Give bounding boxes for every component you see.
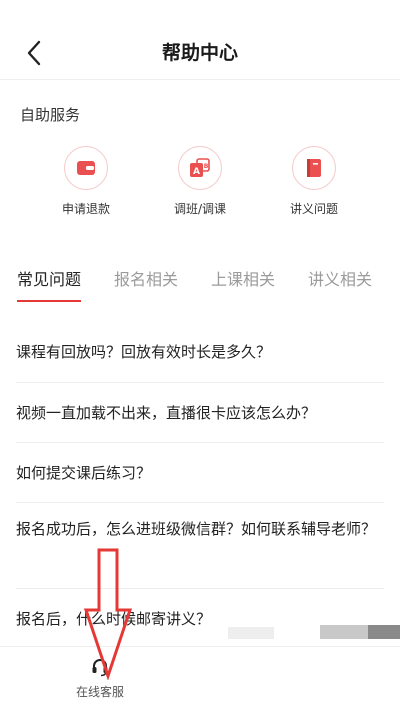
handout-service-button[interactable]: 讲义问题 [264,146,364,217]
tab-handouts[interactable]: 讲义相关 [308,266,372,290]
switch-class-service-button[interactable]: A B 调班/调课 [150,146,250,217]
blurred-region [368,625,400,639]
header-bar: 帮助中心 [0,0,400,80]
tab-common-questions[interactable]: 常见问题 [17,266,81,290]
active-tab-indicator [17,300,81,302]
self-service-list: 申请退款 A B 调班/调课 讲义问题 [0,146,400,226]
headset-icon [92,659,108,677]
faq-item[interactable]: 课程有回放吗？回放有效时长是多久？ [16,322,384,383]
tab-enrollment[interactable]: 报名相关 [114,266,178,290]
service-label: 讲义问题 [289,202,338,216]
refund-service-button[interactable]: 申请退款 [36,146,136,217]
page-title: 帮助中心 [161,42,238,64]
service-label: 调班/调课 [173,202,227,216]
svg-text:B: B [204,163,209,170]
self-service-title: 自助服务 [20,106,81,124]
switch-class-icon: A B [178,146,222,190]
wallet-icon [64,146,108,190]
svg-text:A: A [193,167,200,177]
faq-item[interactable]: 视频一直加载不出来，直播很卡应该怎么办？ [16,383,384,443]
online-service-label: 在线客服 [75,685,124,699]
tab-class[interactable]: 上课相关 [211,266,275,290]
online-service-button[interactable]: 在线客服 [0,646,400,710]
faq-item[interactable]: 报名成功后，怎么进班级微信群？如何联系辅导老师？ [16,503,384,589]
faq-tabs: 常见问题 报名相关 上课相关 讲义相关 [0,262,400,304]
blurred-region [320,625,368,639]
faq-item[interactable]: 如何提交课后练习？ [16,443,384,503]
book-icon [292,146,336,190]
service-label: 申请退款 [61,202,110,216]
faq-list: 课程有回放吗？回放有效时长是多久？ 视频一直加载不出来，直播很卡应该怎么办？ 如… [16,322,384,647]
blurred-region [228,627,274,639]
